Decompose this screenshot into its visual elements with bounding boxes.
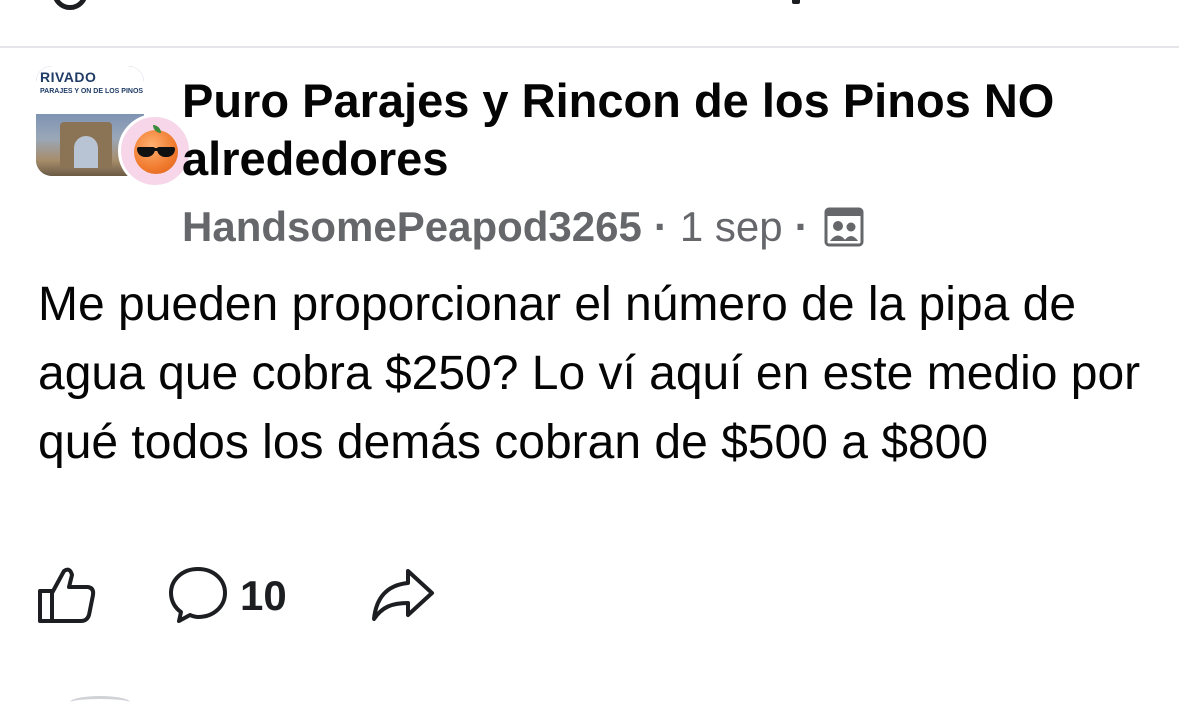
comment-count: 10 <box>240 572 287 619</box>
post-meta: HandsomePeapod3265 · 1 sep · <box>182 202 865 252</box>
post-body-text: Me pueden proporcionar el número de la p… <box>38 278 1141 469</box>
group-avatar-banner-title: RIVADO <box>40 69 97 85</box>
group-avatar-arch-opening <box>74 136 98 168</box>
thumbs-up-icon <box>36 563 98 630</box>
post-date-link[interactable]: 1 sep <box>680 202 783 252</box>
comment-button[interactable]: 10 <box>166 564 287 628</box>
group-avatar-banner-subtitle: PARAJES Y ON DE LOS PINOS <box>40 88 144 95</box>
like-button[interactable] <box>36 564 98 628</box>
group-name-link[interactable]: Puro Parajes y Rincon de los Pinos NO al… <box>182 72 1142 188</box>
top-navigation-strip <box>0 0 1179 48</box>
author-name-link[interactable]: HandsomePeapod3265 <box>182 202 642 252</box>
search-icon[interactable] <box>52 0 88 10</box>
share-button[interactable] <box>370 564 436 628</box>
meta-separator: · <box>794 203 809 250</box>
next-post-avatar-edge <box>70 696 130 709</box>
group-members-icon <box>823 206 865 248</box>
nav-glyph-fragment <box>792 0 800 4</box>
share-arrow-icon <box>370 563 436 630</box>
meta-separator: · <box>653 203 668 250</box>
comment-bubble-icon <box>166 563 230 630</box>
author-avatar[interactable] <box>118 114 192 188</box>
